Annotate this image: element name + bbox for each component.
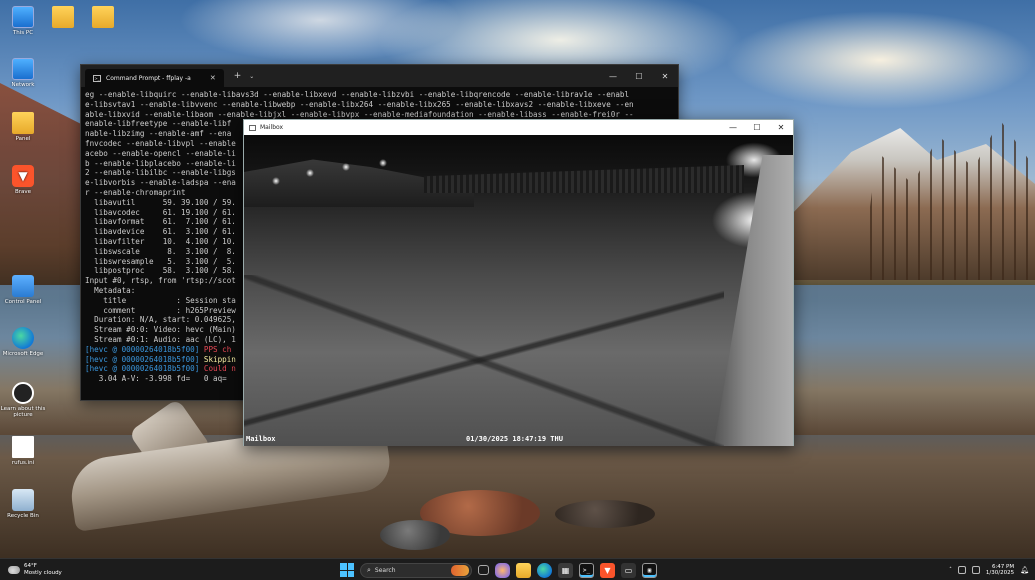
desktop-icon-control-panel[interactable]: Control Panel: [0, 275, 46, 305]
video-light: [306, 169, 314, 177]
maximize-button[interactable]: ☐: [745, 123, 769, 132]
video-pavement: [244, 275, 724, 446]
minimize-button[interactable]: —: [721, 123, 745, 132]
monitor-icon: [12, 6, 34, 28]
network-icon[interactable]: [957, 566, 966, 574]
search-placeholder: Search: [374, 566, 396, 574]
folder-icon: [92, 6, 114, 28]
desktop-icon-folder[interactable]: [80, 6, 126, 30]
recycle-bin-icon: [12, 489, 34, 511]
cmd-output-line: e-libsvtav1 --enable-libvvenc --enable-l…: [85, 99, 634, 109]
terminal-icon[interactable]: >_: [579, 562, 594, 578]
chevron-up-icon[interactable]: ˄: [949, 567, 952, 573]
cmd-log-message: PPS ch: [203, 344, 232, 354]
desktop-icon-network[interactable]: Network: [0, 58, 46, 88]
task-view-icon[interactable]: [478, 565, 489, 575]
video-light: [272, 177, 280, 185]
cmd-log-prefix: [hevc @ 00000264018b5f00]: [85, 364, 204, 374]
start-button[interactable]: [340, 563, 354, 577]
notification-bell-icon[interactable]: 🔔︎: [1020, 566, 1029, 574]
windows-logo-icon: [340, 563, 347, 570]
search-highlight-icon: [451, 564, 469, 576]
desktop-icon-learn-about-picture[interactable]: Learn about this picture: [0, 382, 46, 418]
video-light: [342, 163, 350, 171]
desktop-icon-edge[interactable]: Microsoft Edge: [0, 327, 46, 357]
weather-widget[interactable]: 64°F Mostly cloudy: [0, 563, 120, 576]
weather-desc: Mostly cloudy: [24, 569, 62, 576]
network-icon: [12, 58, 34, 80]
desktop-icon-panel[interactable]: Panel: [0, 112, 46, 142]
wallpaper-rock: [380, 520, 450, 550]
file-icon: [12, 436, 34, 458]
cmd-output-line: eg --enable-libquirc --enable-libavs3d -…: [85, 90, 630, 99]
cmd-log-message: Could n: [203, 364, 236, 374]
close-button[interactable]: ✕: [769, 123, 793, 132]
volume-icon[interactable]: [971, 566, 980, 574]
terminal-icon: >_: [93, 74, 101, 82]
cmd-titlebar[interactable]: >_ Command Prompt - ffplay -a ✕ + ⌄ — ☐ …: [81, 65, 678, 87]
edge-icon[interactable]: [537, 562, 552, 578]
camera-icon: [12, 382, 34, 404]
cmd-log-prefix: [hevc @ 00000264018b5f00]: [85, 344, 204, 354]
file-explorer-icon[interactable]: [516, 562, 531, 578]
clock-date: 1/30/2025: [985, 570, 1015, 576]
video-camera-name: Mailbox: [246, 435, 276, 443]
close-button[interactable]: ✕: [652, 72, 678, 81]
video-timestamp: 01/30/2025 18:47:19 THU: [466, 435, 563, 443]
desktop-icon-rufus-ini[interactable]: rufus.ini: [0, 436, 46, 466]
wallpaper-rock: [555, 500, 655, 528]
tab-close-button[interactable]: ✕: [210, 74, 216, 82]
new-tab-button[interactable]: +: [234, 71, 242, 81]
store-icon[interactable]: ▦: [558, 562, 573, 578]
brave-icon[interactable]: ▼: [600, 562, 615, 578]
ffplay-icon[interactable]: ▣: [642, 562, 657, 578]
tab-dropdown-button[interactable]: ⌄: [249, 73, 254, 80]
cloud-icon: [8, 565, 20, 574]
video-fence: [424, 165, 744, 193]
camera-video-feed[interactable]: Mailbox 01/30/2025 18:47:19 THU: [244, 135, 793, 446]
mailbox-window-title: Mailbox: [260, 124, 284, 131]
mailbox-video-window[interactable]: Mailbox — ☐ ✕ Mailbox 01/30/2025 18:47:1…: [243, 119, 794, 446]
search-icon: ⌕: [367, 565, 371, 574]
video-light: [379, 159, 387, 167]
clock[interactable]: 6:47 PM 1/30/2025: [986, 564, 1014, 577]
brave-icon: ▼: [12, 165, 34, 187]
media-player-icon[interactable]: ▭: [621, 562, 636, 578]
edge-icon: [12, 327, 34, 349]
desktop-icon-brave[interactable]: ▼ Brave: [0, 165, 46, 195]
cmd-tab-title: Command Prompt - ffplay -a: [106, 74, 191, 82]
mailbox-titlebar[interactable]: Mailbox — ☐ ✕: [244, 120, 793, 135]
cmd-output-line: able-libxvid --enable-libaom --enable-li…: [85, 109, 634, 119]
desktop-icon-recycle-bin[interactable]: Recycle Bin: [0, 489, 46, 519]
folder-icon: [52, 6, 74, 28]
video-wall: [714, 155, 793, 446]
minimize-button[interactable]: —: [600, 72, 626, 81]
maximize-button[interactable]: ☐: [626, 72, 652, 81]
taskbar-search[interactable]: ⌕ Search: [360, 562, 472, 578]
copilot-icon[interactable]: [495, 562, 510, 578]
folder-icon: [12, 112, 34, 134]
taskbar: 64°F Mostly cloudy ⌕ Search ▦ >_ ▼ ▭ ▣ ˄…: [0, 558, 1035, 580]
cmd-log-message: Skippin: [203, 354, 236, 364]
cmd-log-prefix: [hevc @ 00000264018b5f00]: [85, 354, 204, 364]
control-panel-icon: [12, 275, 34, 297]
cmd-tab[interactable]: >_ Command Prompt - ffplay -a ✕: [85, 69, 224, 87]
system-tray: ˄ 6:47 PM 1/30/2025 🔔︎: [949, 559, 1029, 580]
app-icon: [249, 124, 256, 131]
